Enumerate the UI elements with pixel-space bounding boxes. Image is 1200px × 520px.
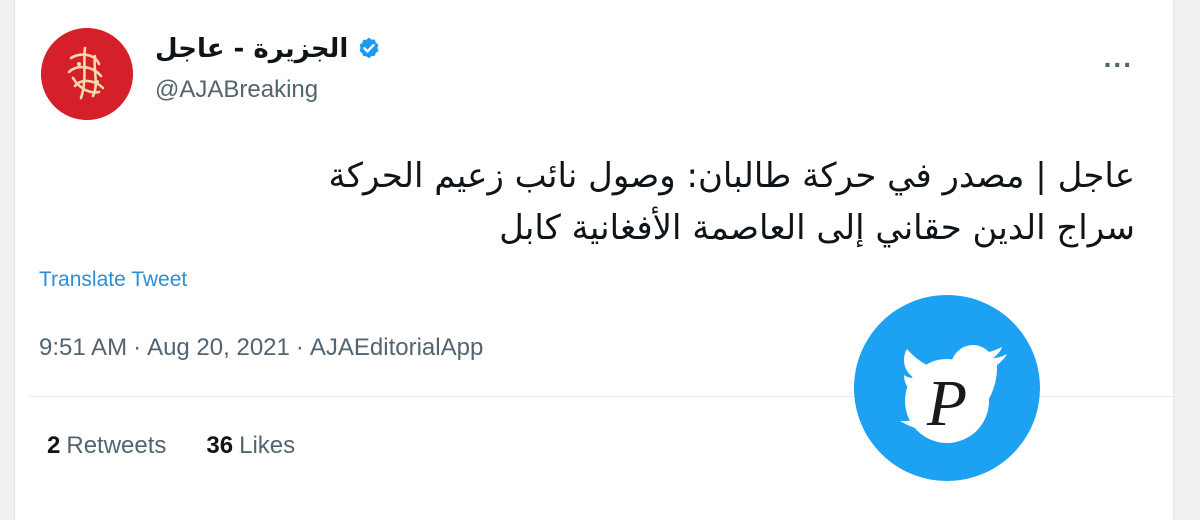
likes-label: Likes — [239, 432, 296, 459]
tweet-card: الجزيرة - عاجل @AJABreaking ... عاجل | م… — [14, 0, 1174, 520]
tweet-time[interactable]: 9:51 AM — [39, 334, 127, 362]
verified-badge-icon — [359, 37, 379, 59]
twitter-bird-watermark-icon: P — [854, 295, 1040, 481]
retweets-label: Retweets — [66, 432, 167, 459]
engagement-stats: 2 Retweets 36 Likes — [47, 432, 295, 460]
tweet-text-line: عاجل | مصدر في حركة طالبان: وصول نائب زع… — [328, 156, 1135, 196]
author-name-row[interactable]: الجزيرة - عاجل — [155, 34, 382, 64]
meta-separator: · — [133, 334, 142, 361]
retweets-count: 2 — [47, 432, 61, 459]
tweet-source[interactable]: AJAEditorialApp — [310, 334, 483, 362]
likes-stat[interactable]: 36 Likes — [206, 432, 295, 460]
display-name[interactable]: الجزيرة - عاجل — [155, 34, 348, 64]
account-handle[interactable]: @AJABreaking — [155, 76, 318, 104]
avatar[interactable] — [41, 28, 133, 120]
likes-count: 36 — [206, 432, 234, 459]
tweet-text-line: سراج الدين حقاني إلى العاصمة الأفغانية ك… — [499, 208, 1135, 248]
tweet-metadata: 9:51 AM · Aug 20, 2021 · AJAEditorialApp — [39, 334, 483, 362]
translate-tweet-link[interactable]: Translate Tweet — [39, 268, 187, 292]
retweets-stat[interactable]: 2 Retweets — [47, 432, 166, 460]
tweet-date[interactable]: Aug 20, 2021 — [147, 334, 290, 362]
more-options-button[interactable]: ... — [1104, 42, 1133, 74]
al-jazeera-logo-icon — [41, 28, 133, 120]
meta-separator: · — [295, 334, 304, 361]
tweet-text: عاجل | مصدر في حركة طالبان: وصول نائب زع… — [55, 150, 1135, 254]
watermark-letter: P — [926, 367, 967, 440]
